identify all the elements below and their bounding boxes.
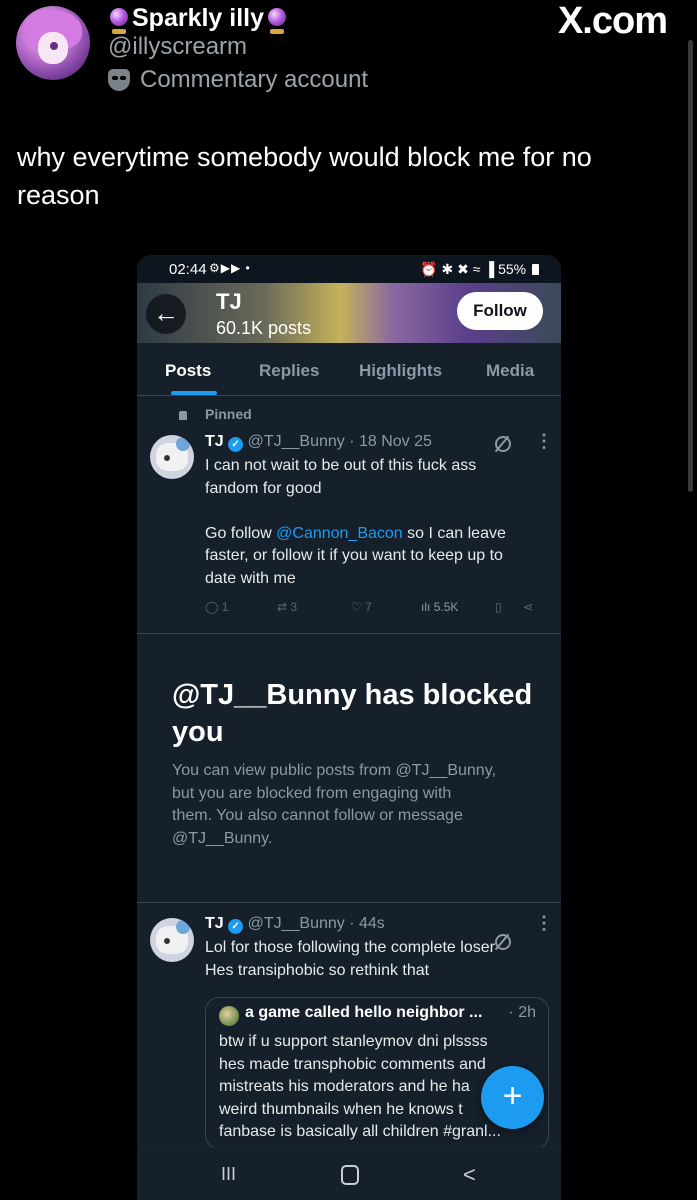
home-icon xyxy=(341,1165,359,1185)
tweet-line: date with me xyxy=(205,569,296,587)
divider xyxy=(137,902,561,903)
blocked-title: @TJ__Bunny has blocked you xyxy=(172,679,533,748)
grok-icon[interactable] xyxy=(495,436,511,452)
home-button[interactable] xyxy=(341,1165,359,1191)
display-name: Sparkly illy xyxy=(132,3,265,32)
views-button[interactable]: ılı 5.5K xyxy=(421,600,458,614)
status-right-text: ⏰ ✱ ✖ ≈ ▐ 55% xyxy=(420,261,527,277)
recents-button[interactable]: III xyxy=(221,1164,236,1185)
tweet-text: I can not wait to be out of this fuck as… xyxy=(205,455,545,590)
account-label-text: Commentary account xyxy=(140,66,369,93)
pin-icon xyxy=(179,408,187,423)
tab-replies[interactable]: Replies xyxy=(259,361,319,381)
post-text: why everytime somebody would block me fo… xyxy=(17,142,592,210)
verified-badge-icon: ✓ xyxy=(228,919,244,934)
pinned-label: Pinned xyxy=(205,406,252,422)
system-icons: ⏰ ✱ ✖ ≈ ▐ 55% xyxy=(420,261,539,278)
profile-post-count: 60.1K posts xyxy=(216,318,312,338)
tweet-header: TJ ✓ @TJ__Bunny · 18 Nov 25 xyxy=(205,433,432,452)
back-nav-button[interactable]: < xyxy=(463,1162,476,1188)
user-handle[interactable]: @illyscrearm xyxy=(108,33,247,61)
status-bar: 02:44 ⚙▶▶ • ⏰ ✱ ✖ ≈ ▐ 55% xyxy=(137,255,561,285)
tab-highlights[interactable]: Highlights xyxy=(359,361,442,381)
divider xyxy=(137,633,561,634)
status-time: 02:44 xyxy=(169,261,207,278)
bookmark-icon[interactable]: ▯ xyxy=(495,600,502,614)
follow-button[interactable]: Follow xyxy=(457,292,543,330)
reply-icon: ◯ xyxy=(205,600,219,614)
compose-button[interactable]: + xyxy=(481,1066,544,1129)
brand-logo: X.com xyxy=(557,0,668,42)
author-name[interactable]: TJ xyxy=(205,915,224,932)
author-handle-time[interactable]: @TJ__Bunny · 44s xyxy=(248,915,385,932)
tweet-text: Lol for those following the complete los… xyxy=(205,939,495,979)
notification-icons: ⚙▶▶ • xyxy=(209,261,251,275)
tweet-header: TJ ✓ @TJ__Bunny · 44s xyxy=(205,915,385,934)
tab-posts[interactable]: Posts xyxy=(165,361,211,381)
tweet-line: fandom for good xyxy=(205,479,322,497)
more-options-icon[interactable]: ⋮ xyxy=(535,913,553,934)
profile-name: TJ xyxy=(216,289,242,314)
system-nav-bar: III < xyxy=(137,1147,561,1200)
theater-mask-icon xyxy=(108,69,130,91)
like-button[interactable]: ♡ 7 xyxy=(351,600,372,614)
mention-link[interactable]: @Cannon_Bacon xyxy=(276,525,403,542)
profile-tabs: Posts Replies Highlights Media xyxy=(137,343,561,396)
author-name[interactable]: TJ xyxy=(205,433,224,450)
avatar[interactable] xyxy=(150,435,194,479)
avatar[interactable] xyxy=(150,918,194,962)
repost-button[interactable]: ⇄ 3 xyxy=(277,600,297,614)
avatar[interactable] xyxy=(16,6,90,80)
crystal-ball-icon xyxy=(268,2,287,34)
battery-icon xyxy=(532,264,539,275)
views-icon: ılı xyxy=(421,600,431,614)
quoted-time: · 2h xyxy=(508,1004,536,1021)
repost-icon: ⇄ xyxy=(277,600,288,614)
more-options-icon[interactable]: ⋮ xyxy=(535,431,553,452)
scrollbar[interactable] xyxy=(688,40,693,492)
display-name-row[interactable]: Sparkly illy xyxy=(110,2,287,34)
crystal-ball-icon xyxy=(110,2,128,34)
heart-icon: ♡ xyxy=(351,600,362,614)
tweet-line: Go follow @Cannon_Bacon so I can leave xyxy=(205,524,506,542)
avatar xyxy=(219,1006,239,1026)
blocked-description: You can view public posts from @TJ__Bunn… xyxy=(172,762,496,847)
tweet-line: I can not wait to be out of this fuck as… xyxy=(205,457,477,474)
back-button[interactable]: ← xyxy=(146,294,186,334)
reply-button[interactable]: ◯ 1 xyxy=(205,600,228,614)
author-handle-time[interactable]: @TJ__Bunny · 18 Nov 25 xyxy=(248,433,432,450)
active-tab-indicator xyxy=(171,391,217,395)
verified-badge-icon: ✓ xyxy=(228,437,244,452)
account-label: Commentary account xyxy=(108,66,368,94)
quoted-author-name: a game called hello neighbor ... xyxy=(245,1004,483,1021)
tab-media[interactable]: Media xyxy=(486,361,534,381)
attached-screenshot[interactable]: 02:44 ⚙▶▶ • ⏰ ✱ ✖ ≈ ▐ 55% ← TJ 60.1K pos… xyxy=(137,255,561,1200)
share-icon[interactable]: ⋖ xyxy=(523,600,533,614)
tweet-line: faster, or follow it if you want to keep… xyxy=(205,547,503,564)
